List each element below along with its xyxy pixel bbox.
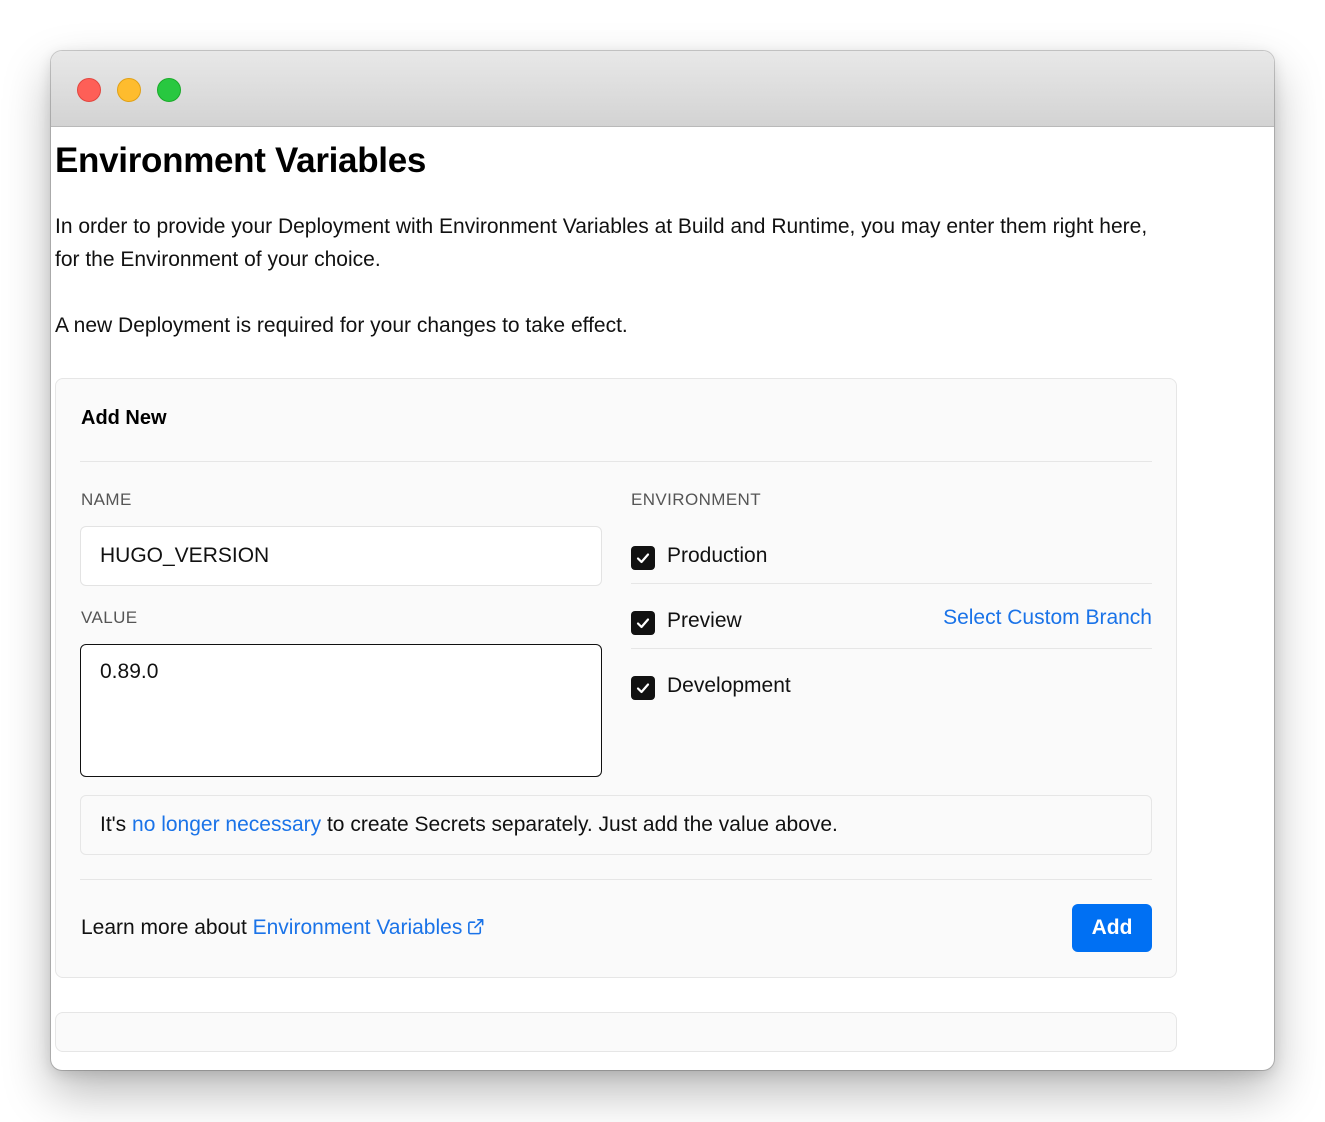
external-link-icon (468, 919, 484, 935)
add-button[interactable]: Add (1072, 904, 1152, 952)
deployment-note: A new Deployment is required for your ch… (55, 314, 628, 337)
minimize-window-button[interactable] (117, 78, 141, 102)
env-row-preview[interactable]: Preview Select Custom Branch (631, 585, 1152, 649)
env-row-production[interactable]: Production (631, 520, 1152, 584)
name-input[interactable] (80, 526, 602, 586)
development-checkbox[interactable] (631, 676, 655, 700)
notice-suffix: to create Secrets separately. Just add t… (321, 813, 838, 836)
card-divider (80, 461, 1152, 462)
name-label: NAME (81, 490, 132, 509)
preview-checkbox[interactable] (631, 611, 655, 635)
environment-label: ENVIRONMENT (631, 490, 762, 509)
preview-label: Preview (667, 609, 742, 632)
next-card-peek (55, 1012, 1177, 1052)
window-titlebar (51, 51, 1274, 127)
checkmark-icon (636, 553, 650, 564)
page-description: In order to provide your Deployment with… (55, 215, 1148, 271)
development-label: Development (667, 674, 791, 697)
notice-prefix: It's (100, 813, 133, 836)
zoom-window-button[interactable] (157, 78, 181, 102)
checkmark-icon (636, 683, 650, 694)
select-custom-branch-link[interactable]: Select Custom Branch (943, 606, 1152, 630)
checkmark-icon (636, 618, 650, 629)
footer-divider (80, 879, 1152, 880)
learn-more-prefix: Learn more about (81, 916, 253, 939)
no-longer-necessary-link[interactable]: no longer necessary (132, 813, 321, 836)
value-label: VALUE (81, 608, 138, 627)
env-row-development[interactable]: Development (631, 650, 1152, 714)
docs-link-label: Environment Variables (252, 916, 463, 939)
learn-more: Learn more about Environment Variables (81, 916, 485, 940)
value-input[interactable]: 0.89.0 (80, 644, 602, 777)
production-checkbox[interactable] (631, 546, 655, 570)
environment-variables-docs-link[interactable]: Environment Variables (253, 916, 486, 939)
add-new-heading: Add New (81, 407, 167, 429)
close-window-button[interactable] (77, 78, 101, 102)
production-label: Production (667, 544, 768, 567)
secrets-notice: It's no longer necessary to create Secre… (80, 795, 1152, 855)
page-title: Environment Variables (55, 141, 427, 180)
add-new-card: Add New NAME VALUE 0.89.0 ENVIRONMENT Pr… (55, 378, 1177, 978)
